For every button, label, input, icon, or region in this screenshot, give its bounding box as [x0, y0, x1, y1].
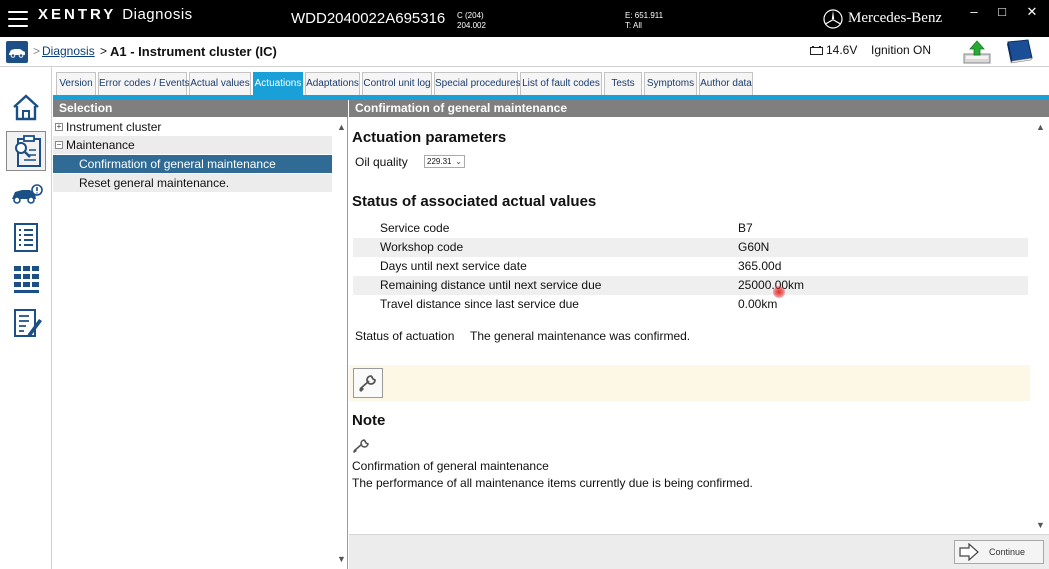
actuation-toolbar — [349, 365, 1030, 401]
tab-adaptations[interactable]: Adaptations — [305, 72, 360, 95]
table-row: Travel distance since last service due 0… — [380, 297, 778, 311]
arrow-right-icon — [959, 543, 979, 561]
breadcrumb-separator: > — [33, 44, 41, 58]
maximize-button[interactable]: □ — [992, 4, 1012, 19]
tab-bar: Version Error codes / Events Actual valu… — [53, 67, 1049, 95]
oil-quality-select[interactable]: 229.31 ⌄ — [424, 155, 465, 168]
checklist-edit-icon[interactable] — [6, 305, 46, 341]
engine-info: E: 651.911 T: All — [625, 11, 664, 30]
detail-panel: Confirmation of general maintenance ▲ Ac… — [349, 100, 1049, 569]
tab-special-procedures[interactable]: Special procedures — [434, 72, 521, 95]
tree-item-maintenance[interactable]: − Maintenance — [53, 136, 332, 154]
wrench-icon — [353, 439, 369, 453]
selection-header: Selection — [53, 100, 348, 117]
wrench-tool-button[interactable] — [353, 368, 383, 398]
breadcrumb-diagnosis-link[interactable]: Diagnosis — [42, 44, 95, 58]
continue-button[interactable]: Continue — [954, 540, 1044, 564]
table-row: Workshop code G60N — [353, 238, 1028, 257]
control-units-grid-icon[interactable] — [6, 261, 46, 297]
tree-item-instrument-cluster[interactable]: + Instrument cluster — [53, 118, 332, 136]
tab-actuations[interactable]: Actuations — [253, 72, 303, 95]
scroll-up-icon[interactable]: ▲ — [1036, 122, 1045, 132]
scroll-down-icon[interactable]: ▼ — [1036, 520, 1045, 530]
detail-header: Confirmation of general maintenance — [349, 100, 1049, 117]
battery-voltage: 14.6V — [810, 43, 857, 57]
ignition-status: Ignition ON — [871, 43, 932, 57]
battery-icon — [810, 46, 823, 55]
vehicle-warning-icon[interactable] — [6, 177, 46, 213]
tab-tests[interactable]: Tests — [604, 72, 642, 95]
breadcrumb-bar: > Diagnosis > A1 - Instrument cluster (I… — [0, 37, 1049, 67]
mouse-cursor-indicator — [773, 286, 785, 298]
home-icon[interactable] — [6, 89, 46, 125]
actuation-parameters-heading: Actuation parameters — [352, 129, 507, 146]
tree-item-confirmation-of-general-maintenance[interactable]: Confirmation of general maintenance — [53, 155, 332, 173]
table-row: Days until next service date 365.00d — [380, 259, 782, 273]
tab-error-codes-events[interactable]: Error codes / Events — [98, 72, 190, 95]
vehicle-icon[interactable] — [6, 41, 28, 63]
wrench-icon — [359, 375, 376, 392]
diagnosis-icon[interactable] — [6, 131, 46, 171]
close-button[interactable]: ✕ — [1022, 4, 1042, 20]
tab-symptoms[interactable]: Symptoms — [644, 72, 697, 95]
status-actual-values-heading: Status of associated actual values — [352, 193, 597, 210]
mercedes-star-icon — [823, 9, 843, 29]
scroll-down-icon[interactable]: ▼ — [337, 554, 346, 564]
note-heading: Note — [352, 412, 386, 429]
table-row: Remaining distance until next service du… — [353, 276, 1028, 295]
list-icon[interactable] — [6, 219, 46, 255]
help-book-icon[interactable] — [1002, 39, 1034, 65]
tab-control-unit-log[interactable]: Control unit log — [362, 72, 432, 95]
hamburger-menu-icon[interactable] — [8, 11, 28, 27]
scroll-up-icon[interactable]: ▲ — [337, 122, 346, 132]
minimize-button[interactable]: – — [964, 4, 984, 19]
upload-icon[interactable] — [962, 39, 992, 65]
tab-author-data[interactable]: Author data — [699, 72, 753, 95]
note-description: The performance of all maintenance items… — [352, 476, 753, 490]
actuation-status-value: The general maintenance was confirmed. — [470, 329, 691, 343]
breadcrumb-current: A1 - Instrument cluster (IC) — [110, 44, 277, 59]
breadcrumb-separator: > — [100, 44, 108, 58]
brand-name: Mercedes-Benz — [848, 10, 943, 26]
actuation-status-label: Status of actuation — [355, 329, 455, 343]
tree-item-reset-general-maintenance[interactable]: Reset general maintenance. — [53, 174, 332, 192]
tab-version[interactable]: Version — [56, 72, 96, 95]
expand-icon[interactable]: + — [55, 123, 63, 131]
oil-quality-label: Oil quality — [355, 155, 408, 169]
app-title: XENTRY Diagnosis — [38, 6, 193, 23]
collapse-icon[interactable]: − — [55, 141, 63, 149]
chevron-down-icon: ⌄ — [455, 157, 462, 166]
title-bar: XENTRY Diagnosis WDD2040022A695316 C (204… — [0, 0, 1049, 37]
tab-list-of-fault-codes[interactable]: List of fault codes — [520, 72, 602, 95]
selection-panel: Selection + Instrument cluster − Mainten… — [53, 100, 348, 569]
note-title: Confirmation of general maintenance — [352, 459, 549, 473]
tab-actual-values[interactable]: Actual values — [189, 72, 251, 95]
navigation-rail — [0, 67, 52, 569]
action-bar: Continue — [349, 534, 1049, 569]
model-info: C (204) 204.002 — [457, 11, 486, 30]
vin-number: WDD2040022A695316 — [291, 10, 446, 27]
table-row: Service code B7 — [380, 221, 753, 235]
